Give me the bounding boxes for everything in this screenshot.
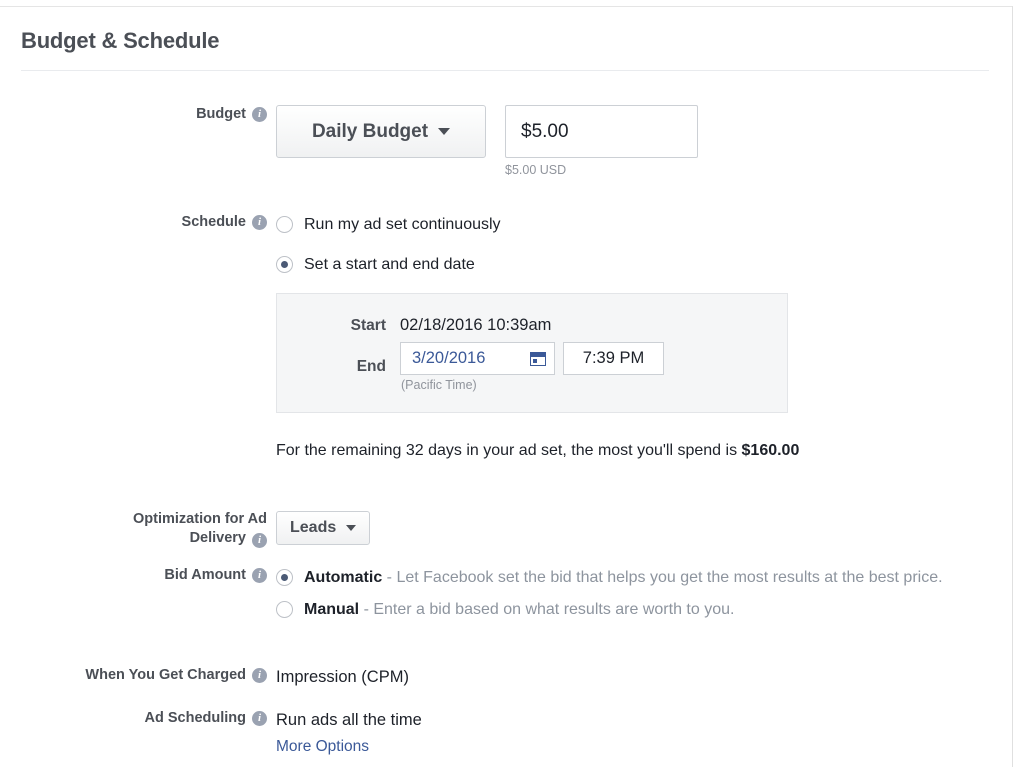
page-title: Budget & Schedule xyxy=(21,28,220,53)
bid-option-manual-separator: - xyxy=(359,601,374,618)
info-icon[interactable]: i xyxy=(252,568,267,583)
more-options-link[interactable]: More Options xyxy=(276,738,422,756)
budget-row: Budget i Daily Budget $5.00 $5.00 USD xyxy=(36,105,698,177)
budget-label-text: Budget xyxy=(196,106,246,122)
schedule-option-continuous-label: Run my ad set continuously xyxy=(304,216,501,233)
budget-currency-note: $5.00 USD xyxy=(505,163,567,177)
bid-option-manual-description: Enter a bid based on what results are wo… xyxy=(373,601,735,618)
info-icon[interactable]: i xyxy=(252,107,267,122)
info-icon[interactable]: i xyxy=(252,533,267,548)
bid-amount-label-text: Bid Amount xyxy=(164,567,246,583)
radio-start-end-date[interactable] xyxy=(276,256,293,273)
when-charged-row: When You Get Charged i Impression (CPM) xyxy=(36,666,409,688)
bid-amount-label: Bid Amount i xyxy=(36,566,276,585)
schedule-option-continuous[interactable]: Run my ad set continuously xyxy=(276,213,501,236)
end-date-value: 3/20/2016 xyxy=(412,349,486,367)
chevron-down-icon xyxy=(346,525,357,531)
budget-type-label: Daily Budget xyxy=(311,120,429,142)
calendar-icon[interactable] xyxy=(530,351,546,366)
schedule-label-text: Schedule xyxy=(181,214,246,230)
bid-option-automatic-separator: - xyxy=(382,569,397,586)
optimization-label-line2: Delivery xyxy=(189,530,246,546)
budget-label: Budget i xyxy=(36,105,276,124)
info-icon[interactable]: i xyxy=(252,668,267,683)
date-grid: Start 02/18/2016 10:39am End 3/20/2016 7… xyxy=(277,316,787,392)
schedule-option-dates[interactable]: Set a start and end date xyxy=(276,253,501,276)
schedule-options: Run my ad set continuously Set a start a… xyxy=(276,213,501,276)
end-fields: 3/20/2016 7:39 PM (Pacific Time) xyxy=(400,342,787,392)
bid-option-automatic-description: Let Facebook set the bid that helps you … xyxy=(396,569,943,586)
bid-option-automatic[interactable]: Automatic - Let Facebook set the bid tha… xyxy=(276,566,993,589)
budget-controls: Daily Budget $5.00 $5.00 USD xyxy=(276,105,698,177)
spend-summary: For the remaining 32 days in your ad set… xyxy=(276,442,799,460)
bid-amount-row: Bid Amount i Automatic - Let Facebook se… xyxy=(36,566,993,621)
bid-option-automatic-text: Automatic - Let Facebook set the bid tha… xyxy=(304,566,943,589)
ad-scheduling-value: Run ads all the time xyxy=(276,711,422,729)
timezone-note: (Pacific Time) xyxy=(401,378,477,392)
info-icon[interactable]: i xyxy=(252,215,267,230)
bid-options: Automatic - Let Facebook set the bid tha… xyxy=(276,566,993,621)
spend-summary-amount: $160.00 xyxy=(741,442,800,459)
radio-automatic[interactable] xyxy=(276,569,293,586)
when-charged-value: Impression (CPM) xyxy=(276,668,409,686)
start-label: Start xyxy=(350,316,386,334)
schedule-label: Schedule i xyxy=(36,213,276,232)
optimization-label: Optimization for Ad Delivery i xyxy=(36,510,276,548)
radio-continuous[interactable] xyxy=(276,216,293,233)
optimization-dropdown[interactable]: Leads xyxy=(276,511,371,545)
info-icon[interactable]: i xyxy=(252,711,267,726)
ad-scheduling-label: Ad Scheduling i xyxy=(36,709,276,728)
optimization-row: Optimization for Ad Delivery i Leads xyxy=(36,510,371,548)
budget-amount-input[interactable]: $5.00 xyxy=(505,105,698,158)
right-border xyxy=(1012,6,1013,767)
date-range-panel: Start 02/18/2016 10:39am End 3/20/2016 7… xyxy=(276,293,788,413)
ad-scheduling-content: Run ads all the time More Options xyxy=(276,709,422,756)
ad-scheduling-label-text: Ad Scheduling xyxy=(144,710,247,726)
when-charged-label-text: When You Get Charged xyxy=(85,667,246,683)
chevron-down-icon xyxy=(438,128,451,135)
top-border xyxy=(0,6,1013,7)
schedule-option-dates-label: Set a start and end date xyxy=(304,256,475,273)
budget-type-dropdown[interactable]: Daily Budget xyxy=(276,105,486,158)
budget-schedule-page: Budget & Schedule Budget i Daily Budget … xyxy=(0,0,1024,767)
optimization-value: Leads xyxy=(290,519,337,536)
radio-manual[interactable] xyxy=(276,601,293,618)
bid-option-manual-text: Manual - Enter a bid based on what resul… xyxy=(304,598,734,621)
end-label: End xyxy=(356,358,386,375)
bid-option-manual[interactable]: Manual - Enter a bid based on what resul… xyxy=(276,598,993,621)
when-charged-label: When You Get Charged i xyxy=(36,666,276,685)
optimization-label-line1: Optimization for Ad xyxy=(133,511,267,527)
schedule-row: Schedule i Run my ad set continuously Se… xyxy=(36,213,501,276)
header-divider xyxy=(21,70,989,71)
bid-option-manual-name: Manual xyxy=(304,601,360,618)
end-time-input[interactable]: 7:39 PM xyxy=(563,342,664,375)
end-date-input[interactable]: 3/20/2016 xyxy=(400,342,555,375)
start-value: 02/18/2016 10:39am xyxy=(400,316,552,334)
ad-scheduling-row: Ad Scheduling i Run ads all the time Mor… xyxy=(36,709,422,756)
end-field-group: 3/20/2016 7:39 PM xyxy=(400,342,787,375)
bid-option-automatic-name: Automatic xyxy=(304,569,383,586)
optimization-label-line2-wrap: Delivery i xyxy=(190,529,267,548)
budget-amount-wrap: $5.00 $5.00 USD xyxy=(505,105,698,177)
spend-summary-prefix: For the remaining 32 days in your ad set… xyxy=(276,442,742,459)
